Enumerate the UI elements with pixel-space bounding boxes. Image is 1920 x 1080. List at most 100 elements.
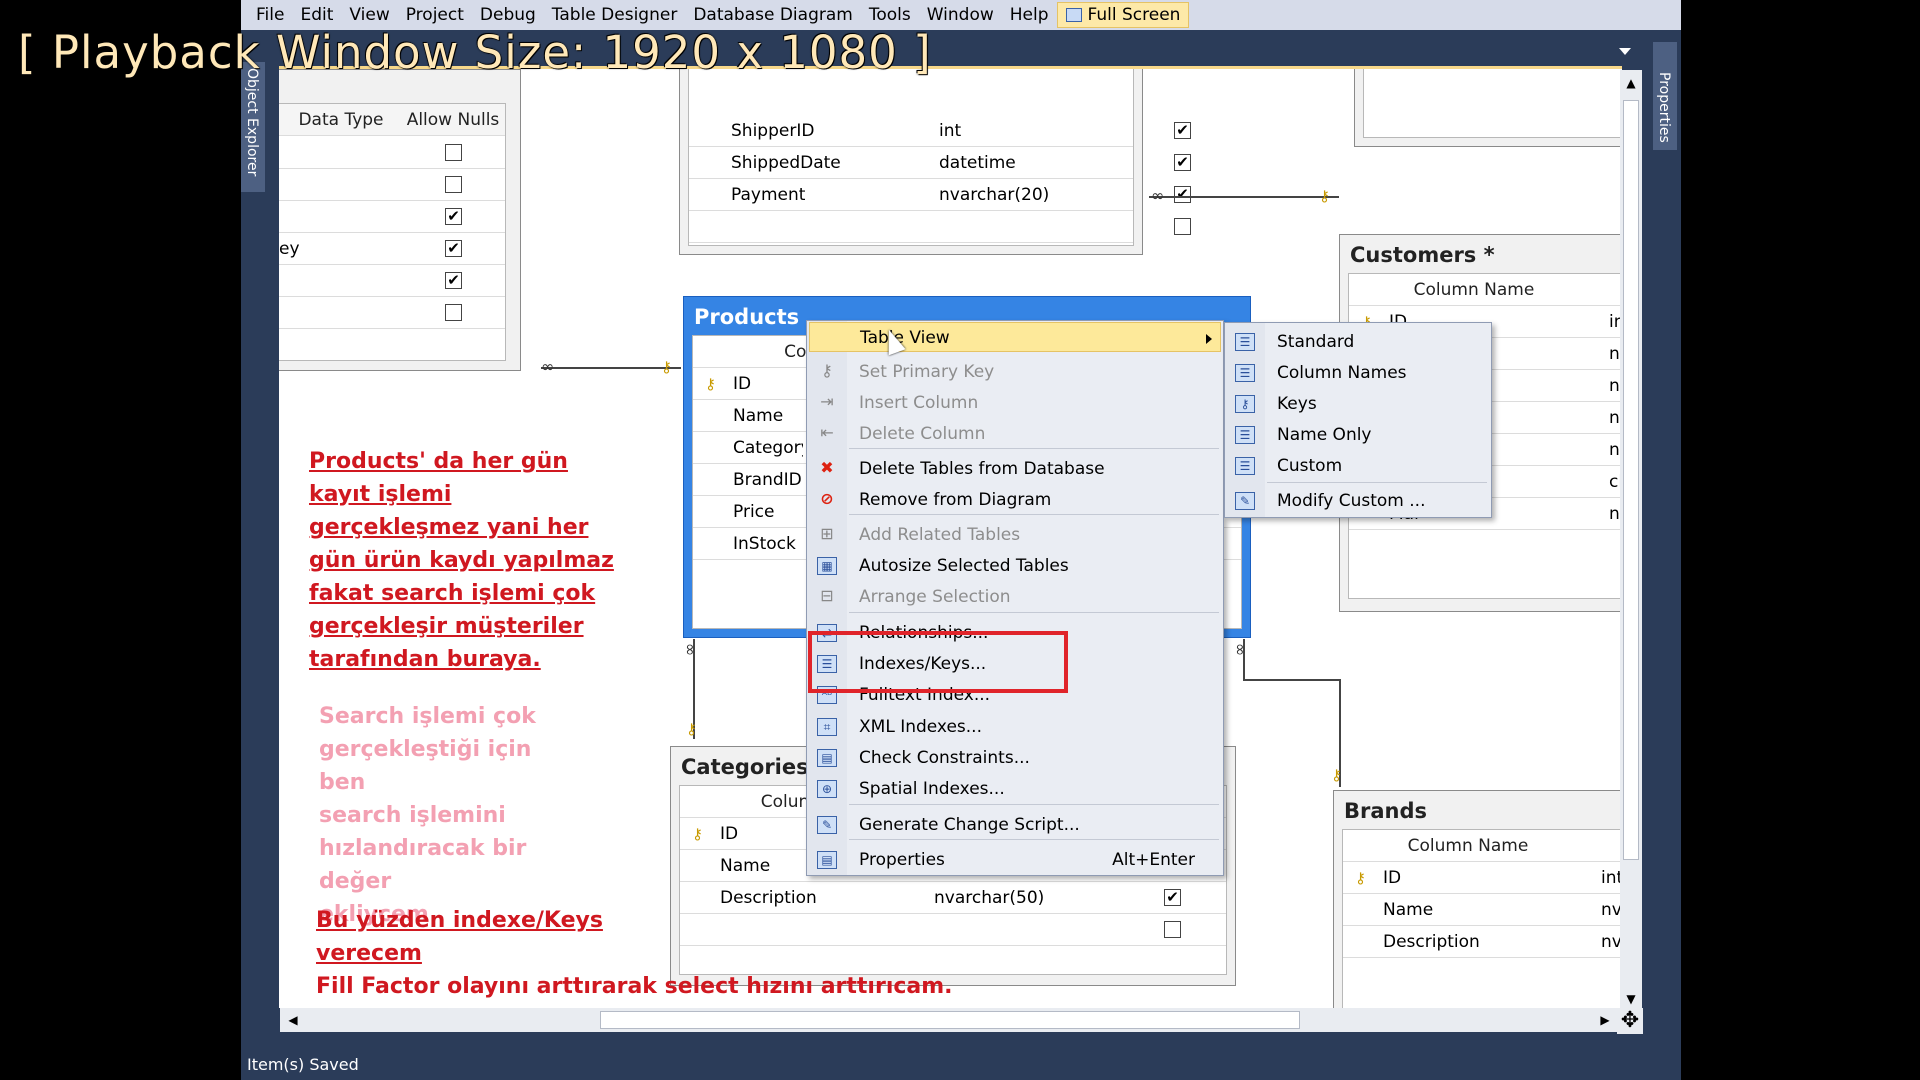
allow-nulls-checkbox[interactable]: ✔ <box>1174 154 1191 171</box>
menu-item-remove-from-diagram[interactable]: ⊘ Remove from Diagram <box>809 485 1221 515</box>
column-names-icon: ☰ <box>1235 364 1255 382</box>
table-brands[interactable]: Brands Column Name ⚷ ID int Name nv Descripti… <box>1333 790 1622 1008</box>
vertical-scrollbar[interactable]: ▲ ▼ <box>1620 70 1642 1010</box>
allow-nulls-checkbox[interactable] <box>445 176 462 193</box>
allow-nulls-checkbox[interactable]: ✔ <box>1174 186 1191 203</box>
menu-item-label: XML Indexes... <box>859 717 982 737</box>
note-pink-block: Search işlemi çok gerçekleştiği için ben… <box>315 698 585 933</box>
modify-custom-icon: ✎ <box>1235 492 1255 510</box>
table-row[interactable] <box>279 297 505 329</box>
allow-nulls-checkbox[interactable] <box>1174 218 1191 235</box>
submenu-item-modify-custom[interactable]: ✎ Modify Custom ... <box>1227 486 1489 516</box>
menu-item-spatial-indexes[interactable]: ⊕ Spatial Indexes... <box>809 774 1221 804</box>
table-row[interactable]: ✔ <box>279 265 505 297</box>
note-line: Search işlemi çok <box>319 704 536 729</box>
menu-item-delete-column[interactable]: ⇤ Delete Column <box>809 419 1221 449</box>
grid-header: Data Type Allow Nulls <box>279 104 505 136</box>
allow-nulls-checkbox[interactable] <box>1164 921 1181 938</box>
allow-nulls-checkbox[interactable] <box>445 144 462 161</box>
script-icon: ✎ <box>817 816 837 834</box>
note-line: verecem <box>316 941 422 966</box>
submenu-item-custom[interactable]: ☰ Custom <box>1227 451 1489 481</box>
status-bar: Item(s) Saved <box>241 1050 1681 1080</box>
cell-column-name: ShipperID <box>731 121 815 141</box>
key-icon: ⚷ <box>1331 766 1342 784</box>
table-row[interactable] <box>279 137 505 169</box>
submenu-item-label: Modify Custom ... <box>1277 491 1426 511</box>
object-explorer-tab[interactable]: Object Explorer <box>241 62 265 192</box>
infinity-icon: ∞ <box>1231 642 1251 657</box>
menu-item-delete-tables-from-database[interactable]: ✖ Delete Tables from Database <box>809 454 1221 484</box>
categories-title: Categories <box>681 755 809 779</box>
relationship-line[interactable] <box>1243 679 1341 681</box>
table-row[interactable]: Payment nvarchar(20) ✔ <box>689 179 1191 211</box>
table-row[interactable]: ShippedDate datetime ✔ <box>689 147 1191 179</box>
keys-view-icon: ⚷ <box>1235 395 1255 413</box>
cell-column-name: CategoryI <box>733 438 803 458</box>
menu-item-arrange-selection[interactable]: ⊟ Arrange Selection <box>809 582 1221 612</box>
table-topright-partial[interactable] <box>1354 69 1622 147</box>
relationship-line[interactable] <box>1149 196 1339 198</box>
menu-item-insert-column[interactable]: ⇥ Insert Column <box>809 388 1221 418</box>
menu-item-properties[interactable]: ▤ Properties Alt+Enter <box>809 845 1221 875</box>
menu-item-add-related-tables[interactable]: ⊞ Add Related Tables <box>809 520 1221 550</box>
cell-column-name <box>731 211 921 243</box>
cell-data-type: nv <box>1601 932 1622 952</box>
allow-nulls-checkbox[interactable]: ✔ <box>445 272 462 289</box>
table-row[interactable]: ⚷ ID int <box>1343 862 1622 894</box>
menu-help[interactable]: Help <box>1002 0 1057 30</box>
menu-separator <box>1267 482 1487 483</box>
allow-nulls-checkbox[interactable]: ✔ <box>445 240 462 257</box>
menu-item-label: Check Constraints... <box>859 748 1030 768</box>
allow-nulls-checkbox[interactable] <box>445 304 462 321</box>
chevron-down-icon[interactable] <box>1619 48 1631 55</box>
scroll-down-icon[interactable]: ▼ <box>1620 988 1642 1010</box>
submenu-item-keys[interactable]: ⚷ Keys <box>1227 389 1489 419</box>
table-row[interactable]: ShipperID int ✔ <box>689 115 1191 147</box>
table-orders-partial[interactable]: ShipperID int ✔ ShippedDate datetime ✔ Payment… <box>679 69 1191 255</box>
allow-nulls-checkbox[interactable]: ✔ <box>1174 122 1191 139</box>
menu-item-label: Generate Change Script... <box>859 815 1080 835</box>
table-row[interactable]: ✔ <box>279 201 505 233</box>
grid-header: Column Name <box>1349 274 1622 306</box>
table-row[interactable] <box>279 169 505 201</box>
grid-header: Column Name <box>1343 830 1622 862</box>
full-screen-button[interactable]: Full Screen <box>1056 2 1190 28</box>
menu-item-label: Properties <box>859 850 945 870</box>
table-left-grid: Data Type Allow Nulls ✔ ey ✔ ✔ <box>279 103 506 361</box>
note-line: hızlandıracak bir değer <box>319 836 527 894</box>
allow-nulls-checkbox[interactable]: ✔ <box>1164 889 1181 906</box>
scroll-thumb[interactable] <box>600 1011 1300 1029</box>
delete-table-icon: ✖ <box>820 458 834 477</box>
submenu-item-column-names[interactable]: ☰ Column Names <box>1227 358 1489 388</box>
submenu-item-label: Name Only <box>1277 425 1372 445</box>
submenu-item-name-only[interactable]: ☰ Name Only <box>1227 420 1489 450</box>
menu-separator <box>849 804 1219 805</box>
menu-item-xml-indexes[interactable]: ⌗ XML Indexes... <box>809 712 1221 742</box>
horizontal-scrollbar[interactable]: ◀ ▶ <box>280 1008 1620 1032</box>
table-row[interactable]: ey ✔ <box>279 233 505 265</box>
menu-item-table-view[interactable]: Table View <box>809 322 1221 352</box>
scroll-left-icon[interactable]: ◀ <box>282 1009 304 1031</box>
submenu-item-standard[interactable]: ☰ Standard <box>1227 327 1489 357</box>
table-row[interactable] <box>689 211 1191 243</box>
relationship-line[interactable] <box>541 367 681 369</box>
scroll-thumb[interactable] <box>1623 100 1639 860</box>
cell-data-type: nvarchar(50) <box>934 888 1045 908</box>
note-line: Products' da her gün <box>309 449 568 474</box>
menu-item-autosize-selected-tables[interactable]: ▦ Autosize Selected Tables <box>809 551 1221 581</box>
cell-data-type <box>939 211 1089 243</box>
cell-column-name: Price <box>733 502 775 522</box>
table-row[interactable]: Description nv <box>1343 926 1622 958</box>
scroll-right-icon[interactable]: ▶ <box>1594 1009 1616 1031</box>
move-handle-icon[interactable]: ✥ <box>1617 1008 1643 1034</box>
table-left-partial[interactable]: Data Type Allow Nulls ✔ ey ✔ ✔ <box>279 69 521 371</box>
menu-item-check-constraints[interactable]: ▤ Check Constraints... <box>809 743 1221 773</box>
table-row[interactable]: Name nv <box>1343 894 1622 926</box>
allow-nulls-checkbox[interactable]: ✔ <box>445 208 462 225</box>
menu-item-set-primary-key[interactable]: ⚷ Set Primary Key <box>809 357 1221 387</box>
menu-item-generate-change-script[interactable]: ✎ Generate Change Script... <box>809 810 1221 840</box>
annotation-highlight-box <box>808 631 1068 693</box>
scroll-up-icon[interactable]: ▲ <box>1620 72 1642 94</box>
properties-tab[interactable]: Properties <box>1653 42 1677 150</box>
